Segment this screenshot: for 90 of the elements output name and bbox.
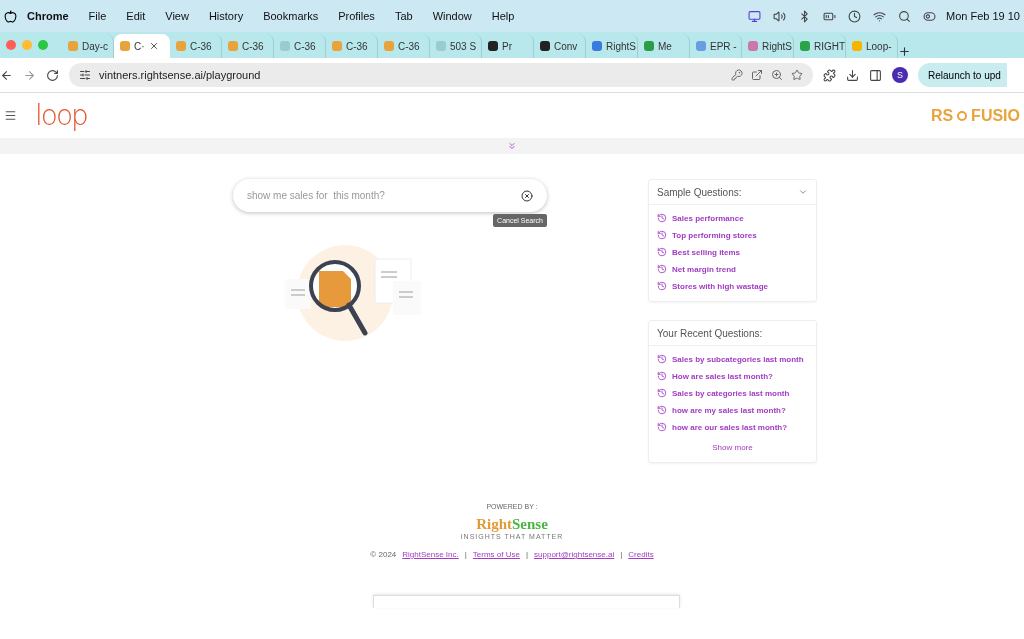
favicon-icon — [384, 41, 394, 51]
menu-item[interactable]: View — [155, 10, 199, 22]
copyright: © 2024 — [370, 550, 397, 559]
history-icon — [657, 264, 667, 274]
favicon-icon — [748, 41, 758, 51]
forward-icon[interactable] — [23, 68, 36, 82]
external-link-icon[interactable] — [751, 69, 763, 81]
favicon-icon — [800, 41, 810, 51]
menu-item[interactable]: File — [78, 10, 117, 22]
footer-link[interactable]: support@rightsense.ai — [534, 550, 615, 559]
menu-item[interactable]: Window — [422, 10, 482, 22]
favicon-icon — [68, 41, 78, 51]
favicon-icon — [592, 41, 602, 51]
close-icon[interactable] — [521, 189, 533, 202]
key-icon[interactable] — [731, 69, 743, 81]
favicon-icon — [852, 41, 862, 51]
menu-item[interactable]: Bookmarks — [253, 10, 329, 22]
favicon-icon — [176, 41, 186, 51]
history-icon — [657, 388, 667, 398]
wifi-icon[interactable] — [873, 9, 886, 23]
apple-icon[interactable] — [4, 9, 17, 23]
clock-icon[interactable] — [848, 9, 861, 23]
question-link[interactable]: Best selling items — [657, 247, 808, 257]
history-icon — [657, 281, 667, 291]
side-panel-icon[interactable] — [869, 68, 882, 82]
bluetooth-icon[interactable] — [798, 9, 811, 23]
history-icon — [657, 213, 667, 223]
question-link[interactable]: Top performing stores — [657, 230, 808, 240]
panel-title: Your Recent Questions: — [657, 327, 763, 339]
menu-item[interactable]: Edit — [116, 10, 156, 22]
site-settings-icon[interactable] — [79, 69, 91, 81]
new-tab-icon[interactable] — [898, 45, 911, 58]
question-link[interactable]: Net margin trend — [657, 264, 808, 274]
history-icon — [657, 422, 667, 432]
monitor-icon[interactable] — [748, 9, 761, 23]
history-icon — [657, 354, 667, 364]
menu-icon[interactable] — [4, 109, 17, 122]
brand-logo: RS — [930, 106, 954, 125]
question-link[interactable]: how are our sales last month? — [657, 422, 808, 432]
brand-logo: FUSIO — [971, 106, 1020, 125]
menu-item[interactable]: Help — [481, 10, 525, 22]
back-icon[interactable] — [0, 68, 13, 82]
menu-clock: Mon Feb 19 10 — [946, 10, 1020, 22]
menu-item[interactable]: History — [198, 10, 254, 22]
menu-item[interactable]: Tab — [384, 10, 423, 22]
loop-logo: loop — [35, 99, 87, 132]
menu-item[interactable]: Profiles — [328, 10, 385, 22]
zoom-icon[interactable] — [771, 69, 783, 81]
separator: | — [464, 550, 467, 559]
favicon-icon — [488, 41, 498, 51]
history-icon — [657, 405, 667, 415]
favicon-icon — [540, 41, 550, 51]
favicon-icon — [280, 41, 290, 51]
favicon-icon — [644, 41, 654, 51]
history-icon — [657, 247, 667, 257]
volume-icon[interactable] — [773, 9, 786, 23]
favicon-icon — [436, 41, 446, 51]
extensions-icon[interactable] — [823, 68, 836, 82]
ring-icon — [956, 109, 969, 122]
question-link[interactable]: how are my sales last month? — [657, 405, 808, 415]
show-more-link[interactable]: Show more — [712, 443, 753, 452]
close-icon[interactable] — [148, 41, 159, 51]
favicon-icon — [228, 41, 238, 51]
footer-link[interactable]: Credits — [628, 550, 654, 559]
download-icon[interactable] — [846, 68, 859, 82]
panel-title: Sample Questions: — [657, 186, 742, 198]
history-icon — [657, 230, 667, 240]
relaunch-button[interactable]: Relaunch to upd — [918, 63, 1007, 87]
address-field[interactable]: vintners.rightsense.ai/playground — [69, 63, 813, 87]
separator: | — [525, 550, 529, 559]
favicon-icon — [332, 41, 342, 51]
question-link[interactable]: Stores with high wastage — [657, 281, 808, 291]
footer-link[interactable]: Terms of Use — [472, 550, 520, 559]
question-link[interactable]: Sales by subcategories last month — [657, 354, 808, 364]
search-icon[interactable] — [898, 9, 911, 23]
favicon-icon — [120, 41, 130, 51]
toggle-icon[interactable] — [923, 9, 936, 23]
question-link[interactable]: Sales by categories last month — [657, 388, 808, 398]
separator: | — [620, 550, 623, 559]
star-icon[interactable] — [791, 69, 803, 81]
footer-link[interactable]: RightSense Inc. — [402, 550, 459, 559]
browser-tab[interactable]: C· — [114, 34, 170, 58]
favicon-icon — [696, 41, 706, 51]
question-link[interactable]: Sales performance — [657, 213, 808, 223]
profile-avatar[interactable]: S — [892, 67, 908, 83]
menu-item[interactable]: Chrome — [17, 10, 79, 22]
history-icon — [657, 371, 667, 381]
question-link[interactable]: How are sales last month? — [657, 371, 808, 381]
rightsense-logo: RightSense — [476, 516, 548, 533]
reload-icon[interactable] — [46, 68, 59, 82]
